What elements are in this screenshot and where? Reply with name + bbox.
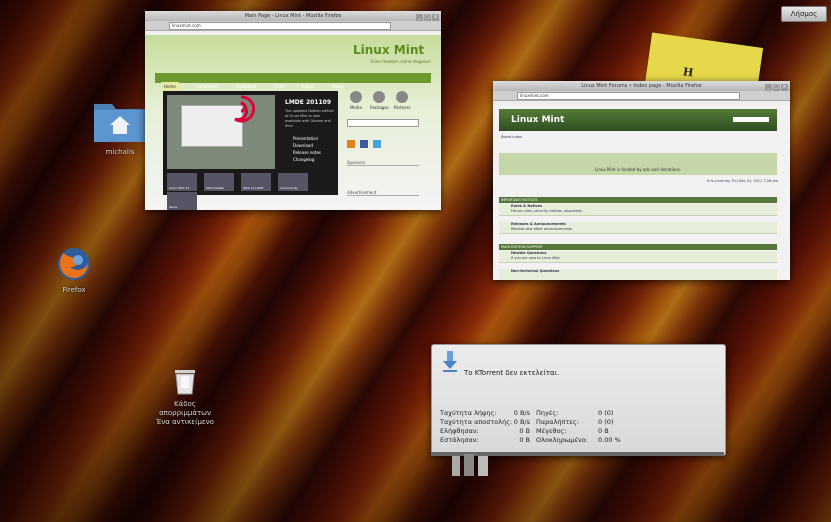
desktop-icon-trash[interactable]: Κάδος απορριμμάτων Ένα αντικείμενο [148, 366, 222, 427]
page-content: Linux Mint From freedom came elegance Ho… [145, 35, 441, 210]
maximize-icon[interactable]: □ [424, 14, 431, 21]
seeders-label: Πηγές: [536, 409, 559, 417]
release-links: Presentation Download Release notes Chan… [293, 135, 321, 163]
desktop-icon-firefox[interactable]: Firefox [52, 246, 96, 295]
desktop-icon-home-label: michalis [105, 148, 135, 156]
right-sidebar: Media Packages Partners Sponsors Adverti… [347, 91, 419, 196]
window-title: Linux Mint Forums • Index page - Mozilla… [581, 83, 702, 89]
browser-toolbar: linuxmint.com [493, 91, 790, 101]
upload-speed-value: 0 B/s [513, 418, 530, 426]
user-button[interactable]: Λήσμος [781, 6, 827, 22]
site-search-input[interactable] [347, 119, 419, 127]
close-icon[interactable]: × [781, 84, 788, 91]
banner-text: Linux Mint is funded by ads and donation… [595, 167, 682, 172]
browser-toolbar: linuxmint.com [145, 21, 441, 31]
release-description: The updated Debian edition of Linux Mint… [285, 109, 334, 128]
downloaded-value: 0 B [519, 427, 530, 435]
rss-icon[interactable] [347, 140, 355, 148]
current-datetime: It is currently Thu Dec 01, 2011 7:28 am [706, 179, 778, 183]
forum-row[interactable]: Releases & Announcements Release and othe… [499, 222, 777, 234]
size-label: Μέγεθος: [536, 427, 567, 435]
board-index-link[interactable]: Board index [501, 135, 522, 139]
completed-value: 0.00 % [598, 436, 621, 444]
link-presentation[interactable]: Presentation [293, 135, 321, 142]
side-icons: Media Packages Partners [347, 91, 419, 113]
link-release-notes[interactable]: Release notes [293, 149, 321, 156]
uploaded-value: 0 B [519, 436, 530, 444]
packages-icon[interactable]: Packages [370, 91, 389, 110]
site-nav: Home Community Download Store Project Ab… [155, 73, 431, 92]
ktorrent-widget[interactable]: Το KTorrent δεν εκτελείται. Ταχύτητα λήψ… [431, 344, 726, 456]
forum-row[interactable]: Newbie Questions If you are new to Linux … [499, 251, 777, 263]
page-content: Linux Mint Board index Linux Mint is fun… [493, 105, 790, 280]
desktop-icon-home[interactable]: michalis [88, 96, 152, 157]
desktop-icon-trash-label-1: Κάδος απορριμμάτων [159, 400, 211, 417]
completed-label: Ολοκληρωμένο: [536, 436, 588, 444]
link-download[interactable]: Download [293, 142, 321, 149]
home-folder-icon [94, 104, 146, 142]
forum-row[interactable]: Rules & Notices Forum rules, security not… [499, 204, 777, 216]
window-titlebar[interactable]: Main Page - Linux Mint - Mozilla Firefox… [145, 11, 441, 21]
window-titlebar[interactable]: Linux Mint Forums • Index page - Mozilla… [493, 81, 790, 91]
release-slideshow[interactable]: LMDE 201109 The updated Debian edition o… [163, 91, 338, 210]
forum-search-input[interactable] [733, 117, 769, 122]
desktop-icon-trash-label-2: Ένα αντικείμενο [156, 418, 214, 426]
bottles-icon [452, 454, 488, 476]
site-logo[interactable]: Linux Mint [353, 43, 424, 57]
sponsors-label: Sponsors [347, 160, 419, 166]
category-header: IMPORTANT NOTICES [499, 197, 777, 203]
debian-swirl-icon [234, 95, 256, 123]
partners-icon[interactable]: Partners [393, 91, 411, 110]
forum-logo[interactable]: Linux Mint [511, 115, 564, 125]
advertisement-label: Advertisement [347, 190, 419, 196]
firefox-icon [58, 248, 90, 280]
twitter-icon[interactable] [373, 140, 382, 148]
link-changelog[interactable]: Changelog [293, 156, 321, 163]
trash-icon [175, 370, 195, 395]
ktorrent-status: Το KTorrent δεν εκτελείται. [464, 369, 560, 377]
close-icon[interactable]: × [432, 14, 439, 21]
facebook-icon[interactable] [360, 140, 369, 148]
sticky-note-text: Η [682, 65, 695, 80]
seeders-value: 0 (0) [598, 409, 614, 417]
slide-thumbnails: Linux Mint 11 Mint Debian Mint 11 LXDE C… [167, 173, 335, 210]
forum-header: Linux Mint [499, 109, 777, 131]
maximize-icon[interactable]: □ [773, 84, 780, 91]
url-bar[interactable]: linuxmint.com [169, 22, 391, 30]
forum-row[interactable]: Non-technical Questions [499, 269, 777, 280]
media-icon[interactable]: Media [347, 91, 365, 110]
url-bar[interactable]: linuxmint.com [517, 92, 740, 100]
leechers-value: 0 (0) [598, 418, 614, 426]
thumb-3[interactable]: Mint 11 LXDE [241, 173, 272, 191]
minimize-icon[interactable]: _ [416, 14, 423, 21]
size-value: 0 B [598, 427, 609, 435]
minimize-icon[interactable]: _ [765, 84, 772, 91]
release-title: LMDE 201109 [285, 99, 332, 106]
ktorrent-icon [443, 351, 457, 372]
category-header: MAIN EDITION SUPPORT [499, 244, 777, 250]
forum-banner: Linux Mint is funded by ads and donation… [499, 153, 777, 175]
leechers-label: Παραλήπτες: [536, 418, 579, 426]
site-tagline: From freedom came elegance [371, 59, 431, 64]
thumb-4[interactable]: Community [278, 173, 309, 191]
window-linuxmint-main[interactable]: Main Page - Linux Mint - Mozilla Firefox… [145, 11, 441, 210]
thumb-1[interactable]: Linux Mint 11 [167, 173, 197, 191]
thumb-2[interactable]: Mint Debian [204, 173, 235, 191]
window-title: Main Page - Linux Mint - Mozilla Firefox [244, 13, 342, 19]
desktop-icon-firefox-label: Firefox [62, 286, 86, 294]
download-speed-value: 0 B/s [513, 409, 530, 417]
window-linuxmint-forums[interactable]: Linux Mint Forums • Index page - Mozilla… [493, 81, 790, 280]
social-icons [347, 133, 419, 152]
release-screenshot [167, 95, 275, 169]
thumb-5[interactable]: Store [167, 192, 197, 210]
